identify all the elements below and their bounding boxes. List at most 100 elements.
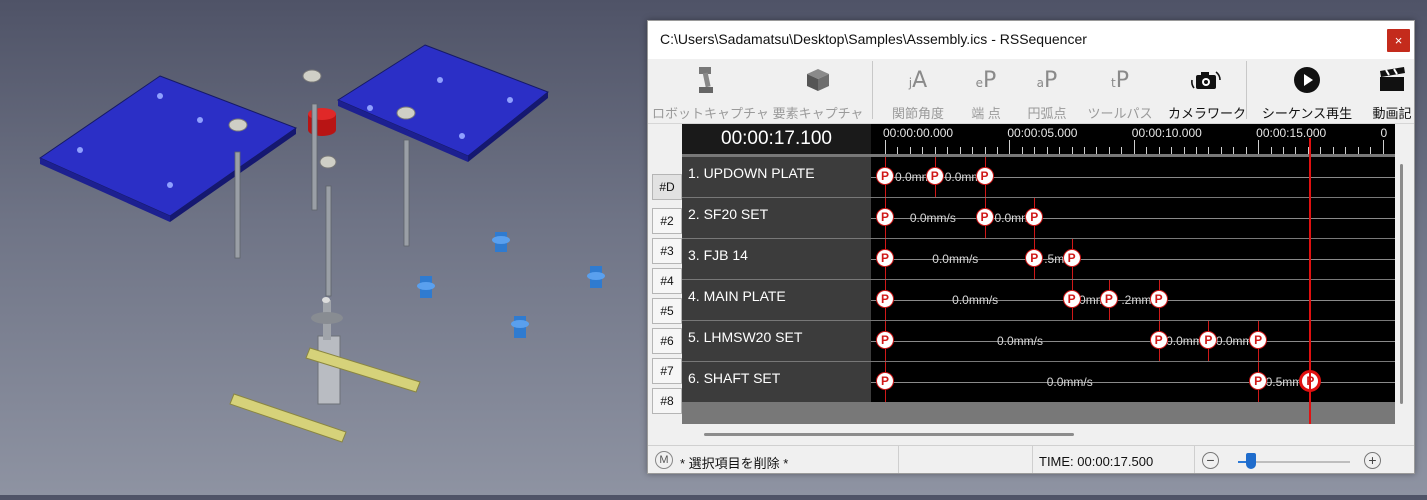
tool-path-icon: tP xyxy=(1111,67,1129,93)
ruler-tick xyxy=(1183,147,1185,154)
keyframe-point[interactable]: P xyxy=(1062,290,1081,308)
track-baseline xyxy=(871,341,1395,342)
3d-viewport[interactable] xyxy=(0,0,640,495)
keyframe-point[interactable]: P xyxy=(975,167,994,185)
speed-label: 0.0mm/s xyxy=(996,334,1043,348)
video-record-button[interactable]: 動画記 xyxy=(1362,59,1414,123)
zoom-slider-thumb[interactable] xyxy=(1246,453,1257,469)
arc-point-button[interactable]: aP 円弧点 xyxy=(1016,59,1078,123)
zoom-out-button[interactable]: − xyxy=(1202,452,1219,469)
video-record-icon xyxy=(1380,67,1405,91)
track-row[interactable]: 5. LHMSW20 SET 0.0mm/s 0.0mm 0.0mm P P P P xyxy=(682,321,1395,361)
track-name[interactable]: 5. LHMSW20 SET xyxy=(682,321,871,361)
keyframe-point[interactable]: P xyxy=(1099,290,1118,308)
track-tab[interactable]: #2 xyxy=(652,208,682,234)
endpoint-button[interactable]: eP 端 点 xyxy=(960,59,1012,123)
keyframe-point[interactable]: P xyxy=(1249,372,1268,390)
ruler-tick xyxy=(1096,147,1098,154)
track-name[interactable]: 4. MAIN PLATE xyxy=(682,280,871,320)
ruler-tick xyxy=(1108,147,1110,154)
keyframe-point[interactable]: P xyxy=(876,167,894,185)
keyframe-point[interactable]: P xyxy=(975,208,994,226)
track-row[interactable]: 6. SHAFT SET0.0mm/s0.5mmPPP xyxy=(682,362,1395,402)
ruler-tick xyxy=(897,147,899,154)
title-bar: C:\Users\Sadamatsu\Desktop\Samples\Assem… xyxy=(648,21,1414,59)
keyframe-point[interactable]: P xyxy=(1025,208,1044,226)
track-row[interactable]: 2. SF20 SET 0.0mm/s 0.0mm P P P xyxy=(682,198,1395,238)
keyframe-point[interactable]: P xyxy=(925,167,944,185)
track-tab[interactable]: #D xyxy=(652,174,682,200)
zoom-slider[interactable] xyxy=(1238,453,1350,469)
sequence-play-button[interactable]: シーケンス再生 xyxy=(1256,59,1358,123)
camera-work-icon xyxy=(1191,71,1221,89)
close-button[interactable]: × xyxy=(1387,29,1410,52)
endpoint-icon: eP xyxy=(975,67,997,93)
status-bar: M * 選択項目を削除 * TIME: 00:00:17.500 − + xyxy=(648,445,1414,473)
track-row[interactable]: 1. UPDOWN PLATE 0.0mm 0.0mm P P P xyxy=(682,157,1395,197)
speed-label: 0.0mm xyxy=(1166,334,1203,348)
track-tab[interactable]: #8 xyxy=(652,388,682,414)
ruler-tick xyxy=(1270,147,1272,154)
keyframe-point[interactable]: P xyxy=(1149,290,1168,308)
track-row[interactable]: 4. MAIN PLATE 0.0mm/s 0mm .2mm P P P P xyxy=(682,280,1395,320)
keyframe-point[interactable]: P xyxy=(1062,249,1081,267)
ruler-tick xyxy=(1233,147,1235,154)
time-ruler[interactable]: 00:00:00.000 00:00:05.000 00:00:10.000 00:0… xyxy=(871,124,1395,154)
endpoint-label: 端 点 xyxy=(971,106,1001,121)
keyframe-point[interactable]: P xyxy=(1199,331,1218,349)
zoom-in-button[interactable]: + xyxy=(1364,452,1381,469)
track-row[interactable]: 3. FJB 14 0.0mm/s .5mm P P P xyxy=(682,239,1395,279)
ruler-tick xyxy=(959,147,961,154)
element-capture-button[interactable]: 要素キャプチャ xyxy=(772,59,864,123)
play-icon xyxy=(1294,67,1320,93)
ruler-tick xyxy=(1046,147,1048,154)
track-lane[interactable]: 0.0mm/s0.5mmPPP xyxy=(871,362,1395,402)
time-cursor[interactable] xyxy=(1309,138,1312,424)
keyframe-point[interactable]: P xyxy=(876,208,894,226)
vertical-scrollbar[interactable] xyxy=(1400,164,1403,404)
keyframe-point[interactable]: P xyxy=(1025,249,1044,267)
speed-label: .2mm xyxy=(1121,293,1152,307)
keyframe-point[interactable]: P xyxy=(876,331,894,349)
track-lane[interactable]: 0.0mm/s .5mm P P P xyxy=(871,239,1395,279)
track-lane[interactable]: 0.0mm/s 0mm .2mm P P P P xyxy=(871,280,1395,320)
track-name[interactable]: 2. SF20 SET xyxy=(682,198,871,238)
element-capture-icon xyxy=(807,69,829,91)
track-tab[interactable]: #4 xyxy=(652,268,682,294)
tool-path-button[interactable]: tP ツールパス xyxy=(1084,59,1156,123)
ruler-label: 00:00:05.000 xyxy=(1007,126,1078,140)
track-name[interactable]: 3. FJB 14 xyxy=(682,239,871,279)
horizontal-scrollbar[interactable] xyxy=(704,433,1074,436)
status-divider xyxy=(898,446,899,473)
ruler-tick xyxy=(1332,147,1334,154)
track-name[interactable]: 1. UPDOWN PLATE xyxy=(682,157,871,197)
keyframe-point[interactable]: P xyxy=(1149,331,1168,349)
ruler-label: 00:00:00.000 xyxy=(883,126,954,140)
track-tab[interactable]: #6 xyxy=(652,328,682,354)
sequence-play-label: シーケンス再生 xyxy=(1261,106,1353,121)
status-message: * 選択項目を削除 * xyxy=(680,456,789,471)
robot-capture-button[interactable]: ロボットキャプチャ xyxy=(652,59,769,123)
joint-angle-button[interactable]: jA 関節角度 xyxy=(882,59,954,123)
track-lane[interactable]: 0.0mm 0.0mm P P P xyxy=(871,157,1395,197)
track-lane[interactable]: 0.0mm/s 0.0mm P P P xyxy=(871,198,1395,238)
ruler-tick xyxy=(1071,147,1073,154)
ruler-tick xyxy=(1345,147,1347,154)
track-tab[interactable]: #5 xyxy=(652,298,682,324)
keyframe-point[interactable]: P xyxy=(1249,331,1268,349)
track-lane[interactable]: 0.0mm/s 0.0mm 0.0mm P P P P xyxy=(871,321,1395,361)
track-tab[interactable]: #7 xyxy=(652,358,682,384)
ruler-tick xyxy=(1009,140,1011,154)
track-tab[interactable]: #3 xyxy=(652,238,682,264)
camera-work-button[interactable]: カメラワーク xyxy=(1162,59,1252,123)
keyframe-point[interactable]: P xyxy=(876,249,894,267)
ruler-tick xyxy=(1195,147,1197,154)
timeline-grid[interactable]: 00:00:17.100 00:00:00.000 00:00:05.000 00:… xyxy=(682,124,1395,424)
ruler-tick xyxy=(1034,147,1036,154)
ruler-tick xyxy=(1158,147,1160,154)
keyframe-point[interactable]: P xyxy=(876,372,894,390)
rssequencer-window: C:\Users\Sadamatsu\Desktop\Samples\Assem… xyxy=(647,20,1415,474)
ruler-tick xyxy=(996,147,998,154)
track-name[interactable]: 6. SHAFT SET xyxy=(682,362,871,402)
keyframe-point[interactable]: P xyxy=(876,290,894,308)
